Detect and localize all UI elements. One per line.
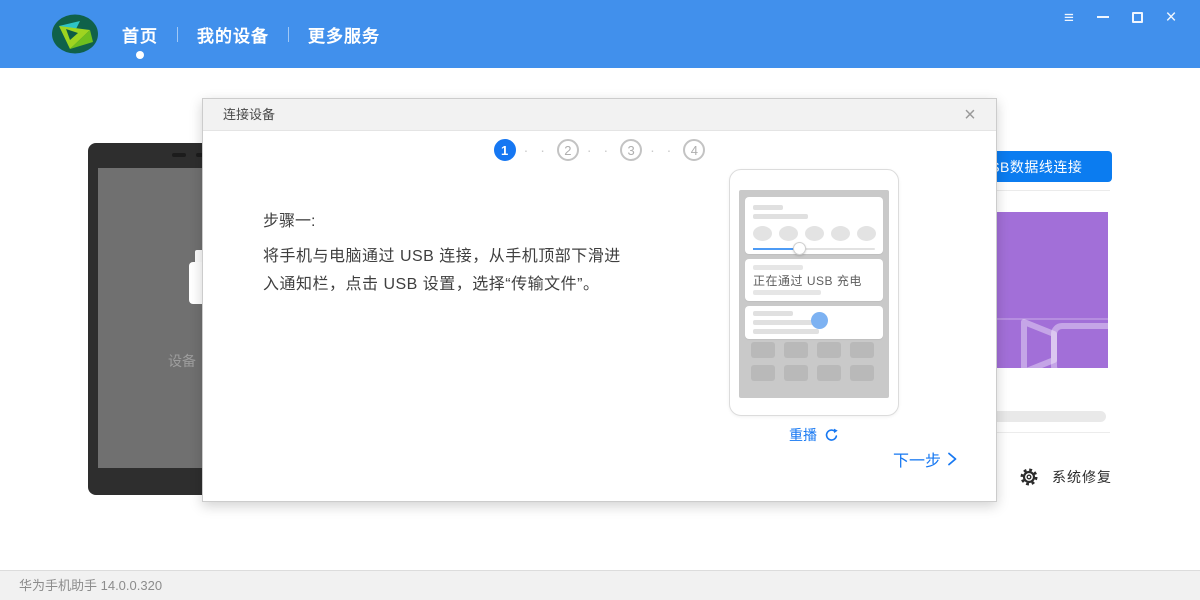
replay-icon bbox=[824, 428, 839, 443]
app-icon-placeholder bbox=[784, 365, 808, 381]
nav-item-my-devices[interactable]: 我的设备 bbox=[178, 0, 288, 68]
step-dots: · · bbox=[648, 142, 677, 158]
nav-item-more-services-label: 更多服务 bbox=[308, 22, 380, 47]
close-window-button[interactable]: × bbox=[1154, 4, 1188, 30]
gear-icon bbox=[1019, 467, 1039, 487]
chevron-right-icon bbox=[946, 452, 958, 466]
step-indicator: 1 · · 2 · · 3 · · 4 bbox=[203, 139, 996, 161]
app-icon-placeholder bbox=[817, 365, 841, 381]
skeleton-bar bbox=[753, 320, 815, 325]
step-instructions: 将手机与电脑通过 USB 连接，从手机顶部下滑进 入通知栏，点击 USB 设置，… bbox=[263, 243, 713, 299]
device-preview-phone: 设备 bbox=[88, 143, 212, 495]
app-icon-placeholder bbox=[850, 365, 874, 381]
hamburger-menu-icon: ≡ bbox=[1064, 9, 1074, 26]
notification-card bbox=[745, 306, 883, 339]
usb-charging-notification-card: 正在通过 USB 充电 bbox=[745, 259, 883, 301]
quick-setting-dot bbox=[805, 226, 824, 241]
device-preview-screen bbox=[98, 168, 208, 468]
window-controls: ≡ × bbox=[1052, 4, 1188, 30]
quick-setting-dot bbox=[831, 226, 850, 241]
next-step-label: 下一步 bbox=[893, 447, 941, 471]
system-repair-button[interactable]: 系统修复 bbox=[1019, 464, 1112, 490]
step-dots: · · bbox=[585, 142, 614, 158]
nav-item-home-label: 首页 bbox=[122, 22, 158, 47]
maximize-icon bbox=[1132, 12, 1143, 23]
skeleton-bar bbox=[753, 205, 783, 210]
close-icon: × bbox=[1165, 8, 1176, 27]
step-dots: · · bbox=[522, 142, 551, 158]
nav-item-more-services[interactable]: 更多服务 bbox=[289, 0, 399, 68]
step-circle-3: 3 bbox=[620, 139, 642, 161]
connect-device-dialog: 连接设备 × 1 · · 2 · · 3 · · 4 步骤一: 将手机与电脑通过… bbox=[202, 98, 997, 502]
skeleton-bar bbox=[753, 311, 793, 316]
menu-button[interactable]: ≡ bbox=[1052, 4, 1086, 30]
replay-button[interactable]: 重播 bbox=[729, 425, 899, 445]
quick-setting-dot bbox=[857, 226, 876, 241]
nav-item-my-devices-label: 我的设备 bbox=[197, 22, 269, 47]
maximize-button[interactable] bbox=[1120, 4, 1154, 30]
step-instructions-line-1: 将手机与电脑通过 USB 连接，从手机顶部下滑进 bbox=[263, 243, 713, 271]
step-circle-1: 1 bbox=[494, 139, 516, 161]
step-instructions-line-2: 入通知栏，点击 USB 设置，选择“传输文件”。 bbox=[263, 271, 713, 299]
skeleton-bar bbox=[753, 290, 821, 295]
minimize-button[interactable] bbox=[1086, 4, 1120, 30]
skeleton-bar bbox=[753, 329, 819, 334]
brightness-slider-thumb bbox=[793, 242, 806, 255]
app-icon-placeholder bbox=[850, 342, 874, 358]
step-circle-2: 2 bbox=[557, 139, 579, 161]
brightness-slider bbox=[753, 248, 875, 250]
status-bar: 华为手机助手 14.0.0.320 bbox=[0, 570, 1200, 600]
minimize-icon bbox=[1097, 16, 1109, 18]
phone-speaker bbox=[172, 153, 186, 157]
nav-item-home[interactable]: 首页 bbox=[103, 0, 177, 68]
system-repair-label: 系统修复 bbox=[1052, 467, 1112, 487]
next-step-button[interactable]: 下一步 bbox=[893, 447, 958, 471]
dialog-close-button[interactable]: × bbox=[958, 103, 982, 127]
quick-settings-card bbox=[745, 197, 883, 254]
top-bar: 首页 我的设备 更多服务 ≡ × bbox=[0, 0, 1200, 68]
brightness-slider-fill bbox=[753, 248, 798, 250]
replay-label: 重播 bbox=[789, 425, 817, 445]
app-icon-placeholder bbox=[751, 365, 775, 381]
tutorial-phone-illustration: 正在通过 USB 充电 bbox=[729, 169, 899, 416]
quick-setting-dot bbox=[753, 226, 772, 241]
app-icon-placeholder bbox=[817, 342, 841, 358]
quick-setting-dot bbox=[779, 226, 798, 241]
step-circle-4: 4 bbox=[683, 139, 705, 161]
usb-charging-label: 正在通过 USB 充电 bbox=[753, 272, 862, 289]
app-icon-placeholder bbox=[784, 342, 808, 358]
dialog-title: 连接设备 bbox=[223, 99, 275, 131]
app-icons-grid bbox=[751, 342, 874, 381]
main-nav: 首页 我的设备 更多服务 bbox=[103, 0, 399, 68]
close-icon: × bbox=[964, 104, 976, 127]
skeleton-bar bbox=[753, 265, 803, 270]
toggle-dot bbox=[811, 312, 828, 329]
video-camera-icon bbox=[1010, 316, 1108, 368]
app-version-text: 华为手机助手 14.0.0.320 bbox=[19, 571, 162, 600]
quick-settings-icons bbox=[753, 226, 876, 241]
tutorial-phone-screen: 正在通过 USB 充电 bbox=[739, 190, 889, 398]
app-icon-placeholder bbox=[751, 342, 775, 358]
hisuite-window: 首页 我的设备 更多服务 ≡ × bbox=[0, 0, 1200, 600]
dialog-title-bar: 连接设备 × bbox=[203, 99, 996, 131]
active-indicator-dot bbox=[136, 51, 144, 59]
skeleton-bar bbox=[753, 214, 808, 219]
step-heading: 步骤一: bbox=[263, 207, 315, 231]
app-logo-icon bbox=[50, 9, 100, 59]
device-status-label: 设备 bbox=[168, 351, 196, 371]
